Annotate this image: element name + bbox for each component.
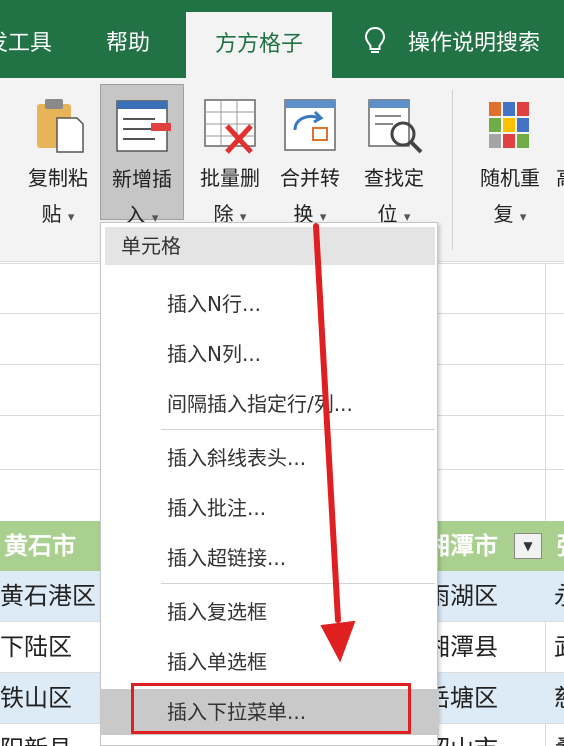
menu-item-insert-columns[interactable]: 插入N列... xyxy=(101,335,439,373)
menu-section-header: 单元格 xyxy=(105,227,435,265)
paste-label-2: 贴 ▾ xyxy=(41,202,75,226)
chevron-down-icon: ▾ xyxy=(519,210,527,225)
advanced-button[interactable]: 高 xyxy=(556,84,564,220)
menu-item-insert-radio[interactable]: 插入单选框 xyxy=(101,643,439,681)
random-label-1: 随机重 xyxy=(480,166,540,190)
clipboard-icon xyxy=(37,99,84,153)
tab-help[interactable]: 帮助 xyxy=(106,0,150,78)
menu-item-interval-insert[interactable]: 间隔插入指定行/列... xyxy=(101,385,439,423)
tab-developer-tools[interactable]: 发工具 xyxy=(0,0,52,78)
table-cell[interactable]: 铁山区 xyxy=(0,673,72,723)
header-cell[interactable]: 黄石市 xyxy=(4,521,76,571)
ribbon-separator xyxy=(452,90,453,250)
menu-item-insert-rows[interactable]: 插入N行... xyxy=(101,285,439,323)
menu-item-insert-hyperlink[interactable]: 插入超链接... xyxy=(101,539,439,577)
tell-me-search[interactable]: 操作说明搜索 xyxy=(364,0,540,78)
menu-separator xyxy=(161,583,435,584)
header-cell[interactable]: 张 xyxy=(556,521,564,571)
merge-convert-button[interactable]: 合并转 换 ▾ xyxy=(270,84,350,226)
table-cell[interactable]: 下陆区 xyxy=(0,622,72,672)
table-cell[interactable]: 武 xyxy=(554,622,564,672)
insert-dropdown-menu: 单元格 插入N行... 插入N列... 间隔插入指定行/列... 插入斜线表头.… xyxy=(100,222,439,746)
menu-item-insert-comment[interactable]: 插入批注... xyxy=(101,489,439,527)
table-cell[interactable]: 慈 xyxy=(554,673,564,723)
find-icon xyxy=(368,99,423,154)
chevron-down-icon: ▾ xyxy=(67,210,75,225)
insert-label-1: 新增插 xyxy=(112,167,172,191)
find-label-1: 查找定 xyxy=(364,166,424,190)
search-label: 操作说明搜索 xyxy=(408,31,541,56)
find-locate-button[interactable]: 查找定 位 ▾ xyxy=(354,84,434,226)
batch-delete-button[interactable]: 批量删 除 ▾ xyxy=(190,84,270,226)
delete-grid-icon xyxy=(204,99,256,154)
random-repeat-button[interactable]: 随机重 复 ▾ xyxy=(470,84,550,226)
insert-table-icon xyxy=(116,100,171,152)
table-cell[interactable]: 黄石港区 xyxy=(0,571,96,621)
random-label-2: 复 ▾ xyxy=(493,202,527,226)
ribbon-tab-bar: 发工具 帮助 方方格子 操作说明搜索 xyxy=(0,0,564,78)
paste-label-1: 复制粘 xyxy=(28,166,88,190)
insert-new-button[interactable]: 新增插 入 ▾ xyxy=(100,84,184,227)
menu-item-insert-checkbox[interactable]: 插入复选框 xyxy=(101,593,439,631)
advanced-label: 高 xyxy=(556,164,564,192)
merge-convert-icon xyxy=(284,99,336,151)
filter-dropdown-icon[interactable]: ▼ xyxy=(514,533,542,559)
random-blocks-icon xyxy=(489,102,529,148)
tab-fangfanggezi[interactable]: 方方格子 xyxy=(186,12,332,78)
table-cell[interactable]: 永 xyxy=(554,571,564,621)
highlight-box xyxy=(131,683,411,734)
copy-paste-button[interactable]: 复制粘 贴 ▾ xyxy=(18,84,98,226)
merge-label-1: 合并转 xyxy=(280,166,340,190)
menu-item-diagonal-header[interactable]: 插入斜线表头... xyxy=(101,439,439,477)
delete-label-1: 批量删 xyxy=(200,166,260,190)
table-cell[interactable]: 阳新县 xyxy=(0,724,72,746)
menu-separator xyxy=(161,429,435,430)
table-cell[interactable]: 桑 xyxy=(554,724,564,746)
lightbulb-icon xyxy=(364,26,386,53)
